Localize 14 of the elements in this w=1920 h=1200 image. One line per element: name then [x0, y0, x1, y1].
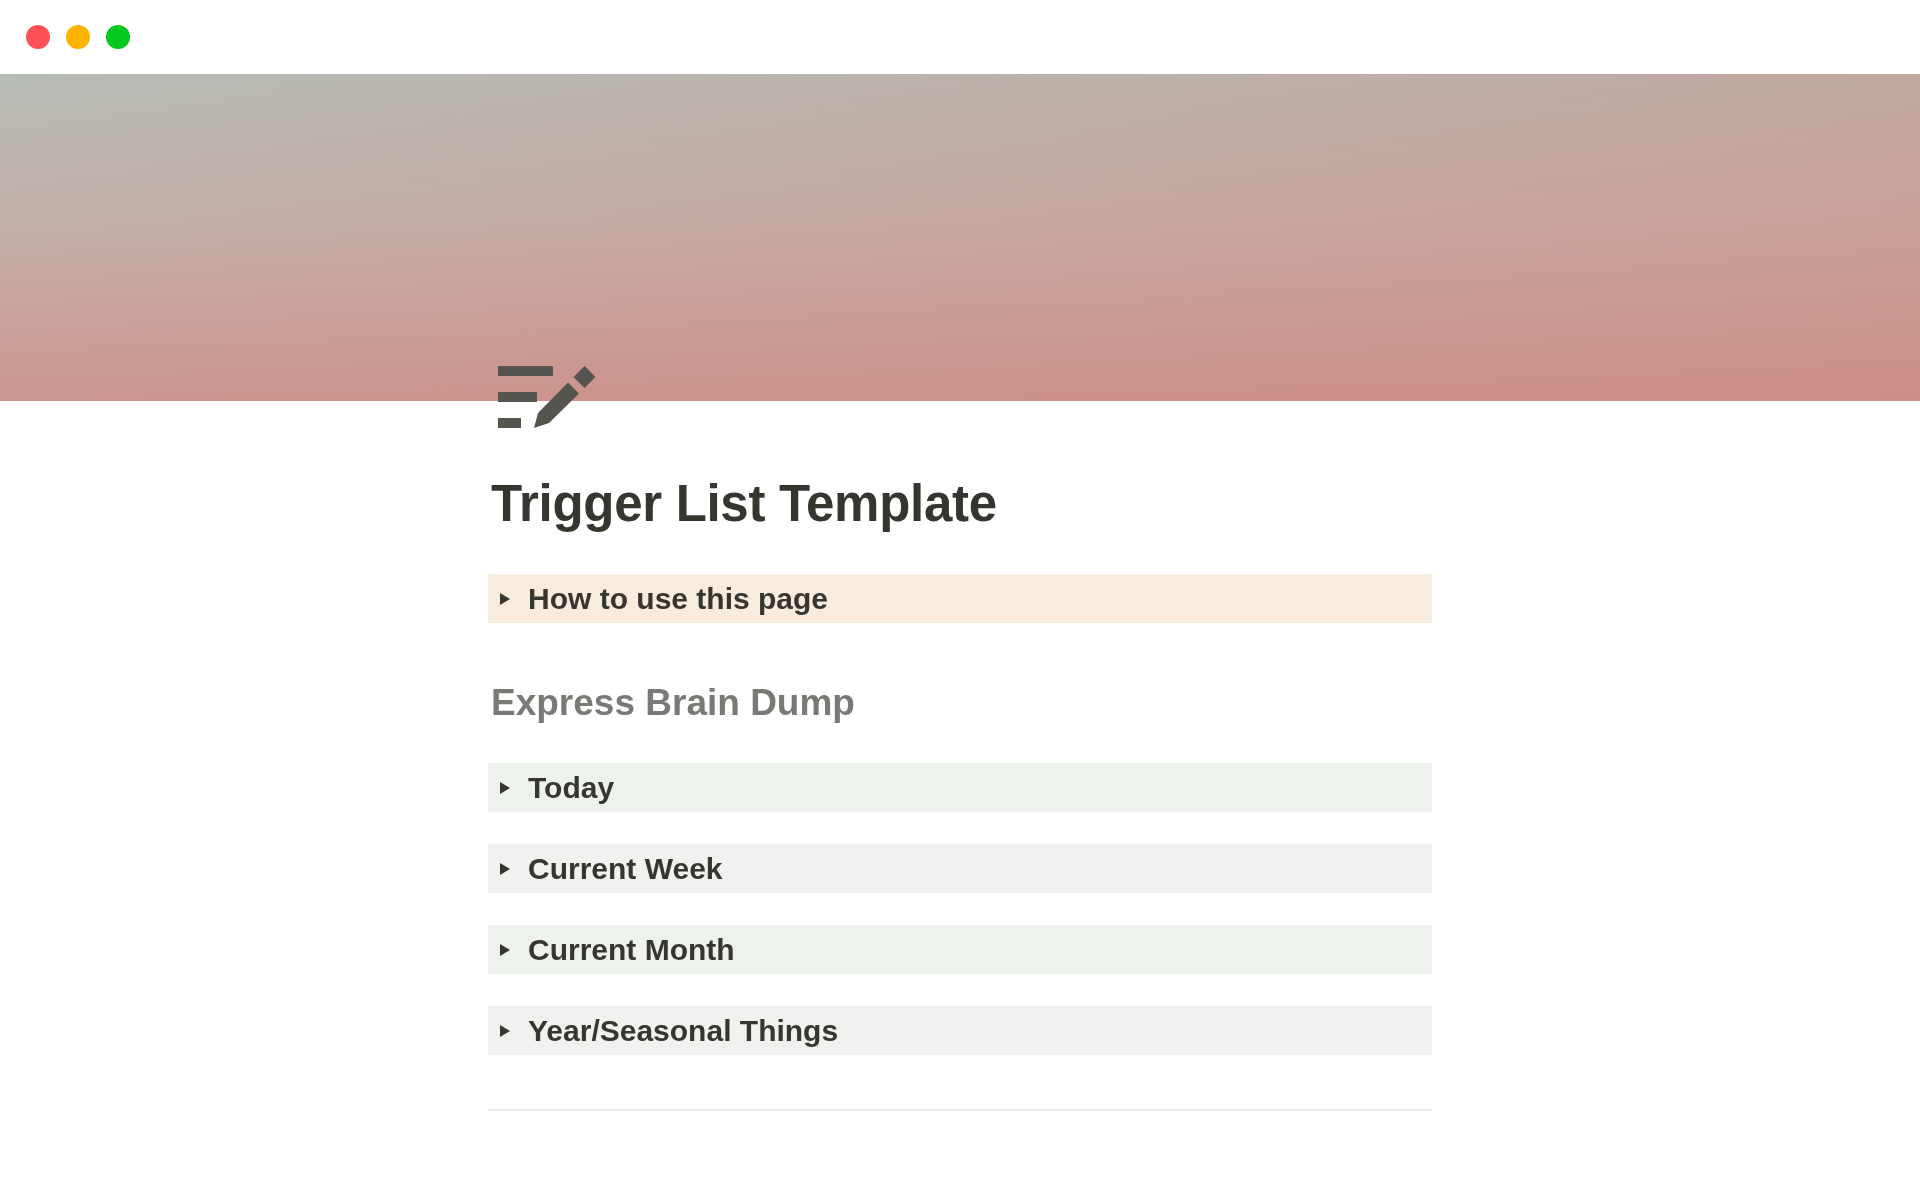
- toggle-title[interactable]: Today: [528, 763, 615, 812]
- triangle-icon[interactable]: [500, 943, 510, 956]
- page-title: Trigger List Template: [490, 474, 998, 534]
- toggle-title[interactable]: Current Week: [528, 844, 723, 893]
- triangle-icon[interactable]: [500, 862, 510, 875]
- toggle-title[interactable]: How to use this page: [528, 574, 829, 623]
- triangle-icon[interactable]: [500, 592, 510, 605]
- section-heading: Express Brain Dump: [490, 681, 856, 724]
- triangle-icon[interactable]: [500, 1024, 510, 1037]
- pencil-list-icon: [498, 365, 596, 428]
- toggle-title[interactable]: Year/Seasonal Things: [528, 1006, 839, 1055]
- triangle-icon[interactable]: [500, 781, 510, 794]
- toggle-title[interactable]: Current Month: [528, 925, 735, 974]
- close-icon[interactable]: [26, 25, 50, 49]
